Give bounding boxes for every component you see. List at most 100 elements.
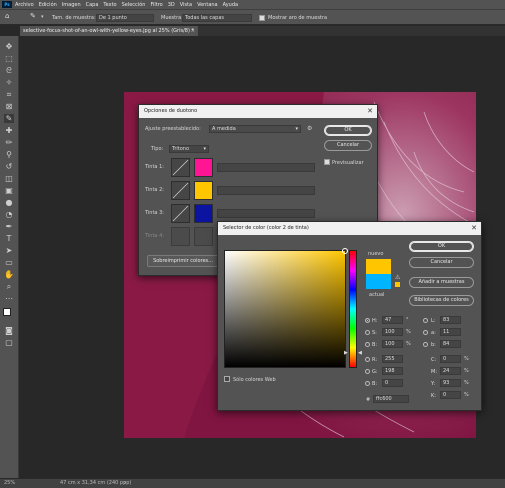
lightness-radio[interactable] — [423, 318, 428, 323]
show-ring-checkbox[interactable] — [259, 15, 265, 21]
picker-ok-button[interactable]: OK — [409, 241, 474, 252]
magenta-field[interactable]: 24 — [440, 367, 461, 375]
a-channel-radio[interactable] — [423, 330, 428, 335]
blur-tool-icon[interactable]: ● — [4, 198, 14, 207]
saturation-brightness-field[interactable] — [224, 248, 348, 368]
hex-field[interactable]: ffc600 — [373, 395, 409, 403]
red-field[interactable]: 255 — [382, 355, 403, 363]
ink1-curve-box[interactable] — [171, 158, 190, 177]
photoshop-logo-icon[interactable]: Ps — [2, 1, 12, 8]
history-brush-tool-icon[interactable]: ↺ — [4, 162, 14, 171]
duotone-cancel-button[interactable]: Cancelar — [324, 140, 372, 151]
close-tab-icon[interactable]: × — [191, 26, 195, 36]
dodge-tool-icon[interactable]: ◔ — [4, 210, 14, 219]
add-to-swatches-button[interactable]: Añadir a muestras — [409, 277, 474, 288]
preset-settings-gear-icon[interactable]: ⚙ — [307, 125, 312, 132]
color-field-marker-icon[interactable] — [342, 248, 348, 254]
menu-vista[interactable]: Vista — [180, 2, 192, 8]
color-libraries-button[interactable]: Bibliotecas de colores — [409, 295, 474, 306]
menu-seleccion[interactable]: Selección — [122, 2, 146, 8]
menu-capa[interactable]: Capa — [86, 2, 99, 8]
blue-radio[interactable] — [365, 381, 370, 386]
menu-3d[interactable]: 3D — [168, 2, 175, 8]
brush-tool-icon[interactable]: ✏ — [4, 138, 14, 147]
menu-filtro[interactable]: Filtro — [150, 2, 162, 8]
blue-field[interactable]: 0 — [382, 379, 403, 387]
tool-preset-chevron-icon[interactable]: ▾ — [41, 14, 44, 20]
picker-cancel-button[interactable]: Cancelar — [409, 257, 474, 268]
zoom-level[interactable]: 25% — [4, 479, 15, 488]
home-icon[interactable]: ⌂ — [5, 12, 9, 20]
screen-mode-icon[interactable]: ▢ — [4, 338, 14, 347]
duotone-ok-button[interactable]: OK — [324, 125, 372, 136]
a-channel-field[interactable]: 11 — [440, 328, 461, 336]
brightness-radio[interactable] — [365, 342, 370, 347]
path-selection-tool-icon[interactable]: ➤ — [4, 246, 14, 255]
menu-edicion[interactable]: Edición — [39, 2, 57, 8]
menu-texto[interactable]: Texto — [103, 2, 116, 8]
green-field[interactable]: 198 — [382, 367, 403, 375]
menu-imagen[interactable]: Imagen — [62, 2, 81, 8]
hue-slider[interactable] — [349, 250, 357, 368]
ink1-color-swatch[interactable] — [194, 158, 213, 177]
duotone-dialog-titlebar[interactable]: Opciones de duotono ✕ — [139, 105, 377, 118]
green-radio[interactable] — [365, 369, 370, 374]
move-tool-icon[interactable]: ✥ — [4, 42, 14, 51]
yellow-field[interactable]: 93 — [440, 379, 461, 387]
cyan-field[interactable]: 0 — [440, 355, 461, 363]
black-field[interactable]: 0 — [440, 391, 461, 399]
ink1-name-field[interactable] — [217, 163, 315, 172]
more-tools-icon[interactable]: ⋯ — [4, 294, 14, 303]
out-of-gamut-warning-icon[interactable]: ⚠ — [395, 274, 400, 281]
b-channel-radio[interactable] — [423, 342, 428, 347]
marquee-tool-icon[interactable]: ⬚ — [4, 54, 14, 63]
quick-selection-tool-icon[interactable]: ✧ — [4, 78, 14, 87]
hand-tool-icon[interactable]: ✋ — [4, 270, 14, 279]
hue-slider-left-arrow-icon[interactable]: ▶ — [344, 350, 348, 356]
healing-brush-tool-icon[interactable]: ✚ — [4, 126, 14, 135]
color-picker-close-icon[interactable]: ✕ — [471, 222, 477, 235]
saturation-field[interactable]: 100 — [382, 328, 403, 336]
overprint-colors-button[interactable]: Sobreimprimir colores... — [147, 255, 219, 267]
out-of-gamut-swatch[interactable] — [395, 282, 400, 287]
hue-field[interactable]: 47 — [382, 316, 403, 324]
quick-mask-icon[interactable]: ◙ — [4, 326, 14, 335]
preset-select[interactable]: A medida ▾ — [209, 125, 301, 133]
lasso-tool-icon[interactable]: ᘓ — [4, 66, 14, 75]
duotone-close-icon[interactable]: ✕ — [367, 105, 373, 118]
menu-ventana[interactable]: Ventana — [197, 2, 218, 8]
ink3-color-swatch[interactable] — [194, 204, 213, 223]
pen-tool-icon[interactable]: ✒ — [4, 222, 14, 231]
frame-tool-icon[interactable]: ⊠ — [4, 102, 14, 111]
b-channel-field[interactable]: 84 — [440, 340, 461, 348]
red-radio[interactable] — [365, 357, 370, 362]
clone-stamp-tool-icon[interactable]: ⚲ — [4, 150, 14, 159]
ink3-name-field[interactable] — [217, 209, 315, 218]
eyedropper-icon[interactable]: ✎ — [30, 12, 36, 20]
ink3-curve-box[interactable] — [171, 204, 190, 223]
status-menu-chevron-icon[interactable]: › — [124, 479, 126, 488]
hue-radio[interactable] — [365, 318, 370, 323]
current-color-swatch[interactable] — [366, 274, 391, 289]
type-select[interactable]: Tritono ▾ — [169, 145, 209, 153]
eyedropper-tool-icon[interactable]: ✎ — [4, 114, 14, 123]
eraser-tool-icon[interactable]: ◫ — [4, 174, 14, 183]
web-only-checkbox[interactable] — [224, 376, 230, 382]
rectangle-tool-icon[interactable]: ▭ — [4, 258, 14, 267]
sample-select[interactable]: Todas las capas — [182, 14, 252, 22]
gradient-tool-icon[interactable]: ▣ — [4, 186, 14, 195]
brightness-field[interactable]: 100 — [382, 340, 403, 348]
type-tool-icon[interactable]: T — [4, 234, 14, 243]
zoom-tool-icon[interactable]: ⌕ — [4, 282, 14, 291]
ink2-curve-box[interactable] — [171, 181, 190, 200]
ink2-color-swatch[interactable] — [194, 181, 213, 200]
ink2-name-field[interactable] — [217, 186, 315, 195]
preview-checkbox[interactable] — [324, 159, 330, 165]
hue-slider-right-arrow-icon[interactable]: ◀ — [358, 350, 362, 356]
crop-tool-icon[interactable]: ⌗ — [4, 90, 14, 99]
menu-ayuda[interactable]: Ayuda — [223, 2, 238, 8]
saturation-radio[interactable] — [365, 330, 370, 335]
document-tab[interactable]: selective-focus-shot-of-an-owl-with-yell… — [20, 26, 198, 36]
menu-archivo[interactable]: Archivo — [15, 2, 34, 8]
lightness-field[interactable]: 83 — [440, 316, 461, 324]
